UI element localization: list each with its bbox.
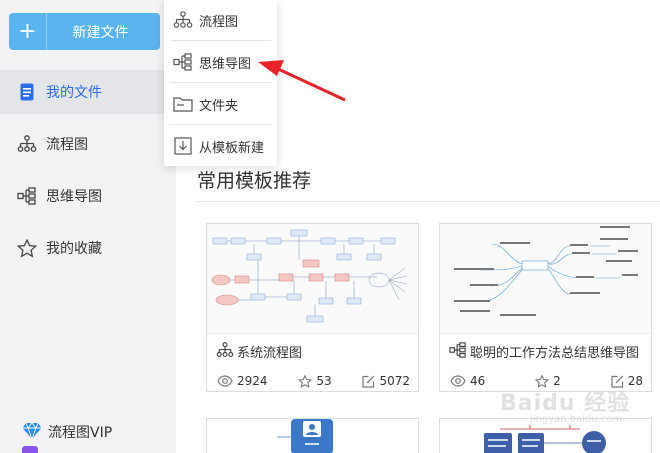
- sidebar: + 新建文件 我的文件 流程图 思维导图 我的收藏 流程图VIP: [0, 0, 176, 453]
- menu-item-mindmap[interactable]: 思维导图: [164, 47, 277, 77]
- vip-label: 流程图VIP: [48, 425, 113, 441]
- menu-item-label: 文件夹: [199, 98, 239, 114]
- flowchart-icon: [173, 10, 193, 30]
- sidebar-item-label: 流程图: [46, 137, 88, 153]
- vip-link[interactable]: 流程图VIP: [22, 422, 112, 442]
- sidebar-item-flowchart[interactable]: 流程图: [0, 122, 176, 166]
- star-icon: [298, 374, 313, 388]
- vip-icon: [22, 446, 38, 453]
- sidebar-item-mindmap[interactable]: 思维导图: [0, 174, 176, 218]
- plus-icon: +: [9, 13, 47, 50]
- mindmap-icon: [173, 52, 193, 72]
- menu-item-label: 思维导图: [199, 56, 252, 72]
- view-count: 2924: [217, 374, 268, 388]
- template-icon: [173, 136, 193, 156]
- diamond-icon: [22, 422, 42, 442]
- template-name-text: 聪明的工作方法总结思维导图: [470, 345, 640, 361]
- vip-link-secondary[interactable]: [22, 446, 142, 453]
- new-file-button[interactable]: + 新建文件: [9, 13, 160, 50]
- template-name-text: 系统流程图: [237, 345, 303, 361]
- template-stats: 2924 53 5072: [217, 374, 410, 388]
- sidebar-item-my-files[interactable]: 我的文件: [0, 70, 176, 114]
- menu-item-label: 流程图: [199, 14, 239, 30]
- star-icon: [16, 237, 38, 259]
- menu-divider: [170, 124, 271, 125]
- template-thumbnail: [440, 224, 651, 334]
- new-file-label: 新建文件: [72, 24, 129, 41]
- mindmap-icon: [16, 185, 38, 207]
- menu-divider: [170, 82, 271, 83]
- folder-icon: [173, 94, 193, 114]
- template-thumbnail: [207, 224, 418, 334]
- divider: [197, 201, 660, 202]
- like-count: 53: [298, 374, 332, 388]
- menu-item-flowchart[interactable]: 流程图: [164, 5, 277, 35]
- new-file-dropdown: 流程图 思维导图 文件夹 从模板新建: [164, 0, 277, 166]
- sidebar-item-label: 我的收藏: [46, 241, 102, 257]
- mindmap-icon: [449, 342, 467, 360]
- sidebar-item-label: 我的文件: [46, 85, 102, 101]
- template-card[interactable]: 系统流程图 2924 53 5072: [206, 223, 419, 392]
- sidebar-item-label: 思维导图: [46, 189, 102, 205]
- section-title: 常用模板推荐: [197, 170, 312, 192]
- template-card[interactable]: 聪明的工作方法总结思维导图 46 2 28: [439, 223, 652, 392]
- edit-icon: [362, 375, 375, 388]
- template-name: 聪明的工作方法总结思维导图: [449, 342, 651, 361]
- flowchart-icon: [216, 342, 234, 360]
- view-count: 46: [450, 374, 485, 388]
- sidebar-item-favorites[interactable]: 我的收藏: [0, 226, 176, 270]
- edit-count: 5072: [362, 374, 410, 388]
- document-icon: [16, 81, 38, 103]
- watermark: Baidu 经验: [500, 391, 631, 416]
- template-thumbnail: [207, 419, 418, 453]
- menu-divider: [170, 40, 271, 41]
- menu-item-from-template[interactable]: 从模板新建: [164, 131, 277, 161]
- watermark-url: jingyan.baidu.com: [530, 414, 623, 425]
- eye-icon: [217, 375, 233, 387]
- eye-icon: [450, 375, 466, 387]
- template-card[interactable]: [206, 418, 419, 453]
- menu-item-label: 从模板新建: [199, 140, 265, 156]
- flowchart-icon: [16, 133, 38, 155]
- menu-item-folder[interactable]: 文件夹: [164, 89, 277, 119]
- template-name: 系统流程图: [216, 342, 418, 361]
